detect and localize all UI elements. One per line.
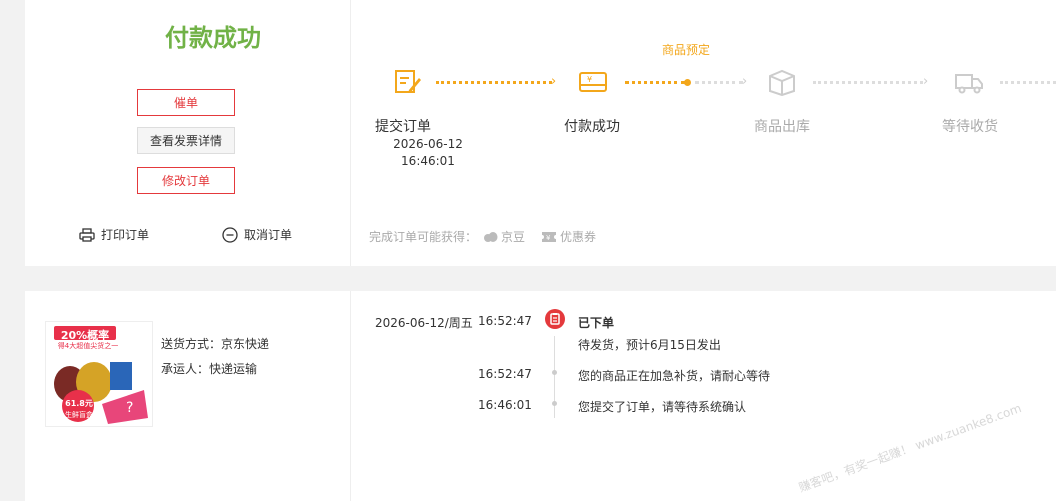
progress-dots-2-active <box>625 81 685 86</box>
timeline-dot <box>552 370 557 375</box>
payment-status-title: 付款成功 <box>165 24 261 52</box>
minus-circle-icon <box>222 226 238 243</box>
printer-icon <box>79 227 95 242</box>
reward-jingdou-label: 京豆 <box>501 230 526 244</box>
jingdou-icon <box>484 231 498 242</box>
package-box-icon <box>769 69 795 96</box>
arrow-icon: › <box>551 74 557 89</box>
tracking-event-text: 您的商品正在加急补货，请耐心等待 <box>578 369 771 383</box>
tracking-status-title: 已下单 <box>578 316 615 330</box>
step-shipped: 商品出库 <box>754 119 810 135</box>
reward-coupon-label: 优惠券 <box>560 230 597 244</box>
progress-dots-1 <box>436 81 552 86</box>
progress-dots-3 <box>813 81 923 86</box>
rewards-row: 完成订单可能获得： 京豆 ¥ 优惠券 <box>369 228 596 245</box>
print-order-link[interactable]: 打印订单 <box>79 226 149 243</box>
submit-timestamp: 2026-06-12 16:46:01 <box>368 136 488 170</box>
shipping-carrier: 承运人：快递运输 <box>161 362 258 376</box>
urge-button[interactable]: 催单 <box>137 89 235 116</box>
watermark: 赚客吧，有奖一起赚！ www.zuanke8.com <box>797 401 1024 495</box>
submit-order-icon <box>395 70 421 93</box>
svg-text:?: ? <box>126 400 133 416</box>
promo-box-label: 生鲜盲盒 <box>65 411 93 419</box>
progress-dots-4 <box>1000 81 1056 86</box>
timeline-dot <box>552 401 557 406</box>
svg-text:¥: ¥ <box>587 75 592 84</box>
modify-order-button[interactable]: 修改订单 <box>137 167 235 194</box>
tracking-event-text: 您提交了订单，请等待系统确认 <box>578 400 747 414</box>
promo-banner[interactable]: ? 20%概率 得4大超值尖货之一 61.8元 生鲜盲盒 <box>45 321 153 427</box>
tracking-time: 16:52:47 <box>478 367 532 381</box>
progress-current-marker <box>684 79 691 86</box>
view-invoice-button[interactable]: 查看发票详情 <box>137 127 235 154</box>
step-submit-order: 提交订单 <box>375 119 431 135</box>
tracking-time: 16:46:01 <box>478 398 532 412</box>
step-payment-success: 付款成功 <box>564 119 620 135</box>
print-order-label: 打印订单 <box>101 228 150 242</box>
coupon-icon: ¥ <box>542 231 557 242</box>
preorder-badge: 商品预定 <box>662 43 711 57</box>
delivery-truck-icon <box>955 74 983 94</box>
shipping-method: 送货方式：京东快递 <box>161 337 270 351</box>
tracking-date: 2026-06-12/周五 <box>375 316 473 330</box>
arrow-icon: › <box>923 74 929 89</box>
cancel-order-link[interactable]: 取消订单 <box>222 226 292 243</box>
order-status-card: 付款成功 催单 查看发票详情 修改订单 打印订单 取消订单 商品预定 › ¥ › <box>25 0 1056 266</box>
promo-subtitle: 得4大超值尖货之一 <box>57 342 119 350</box>
progress-dots-2-rest <box>695 81 743 86</box>
promo-price: 61.8元 <box>65 399 93 408</box>
tracking-event-text: 待发货，预计6月15日发出 <box>578 338 721 352</box>
svg-text:¥: ¥ <box>546 234 551 242</box>
divider <box>350 291 351 501</box>
reward-coupon: ¥ 优惠券 <box>541 228 596 245</box>
payment-card-icon: ¥ <box>579 72 607 92</box>
reward-jingdou: 京豆 <box>483 228 525 245</box>
step-awaiting-delivery: 等待收货 <box>942 119 998 135</box>
submit-date: 2026-06-12 <box>393 137 463 151</box>
tracking-time: 16:52:47 <box>478 314 532 328</box>
rewards-prefix: 完成订单可能获得： <box>369 230 478 244</box>
card-scallop-edge <box>25 263 1056 271</box>
arrow-icon: › <box>742 74 748 89</box>
order-placed-icon <box>545 309 565 329</box>
cancel-order-label: 取消订单 <box>244 228 293 242</box>
shipment-card: ? 20%概率 得4大超值尖货之一 61.8元 生鲜盲盒 送货方式：京东快递 承… <box>25 291 1056 501</box>
submit-time: 16:46:01 <box>401 154 455 168</box>
